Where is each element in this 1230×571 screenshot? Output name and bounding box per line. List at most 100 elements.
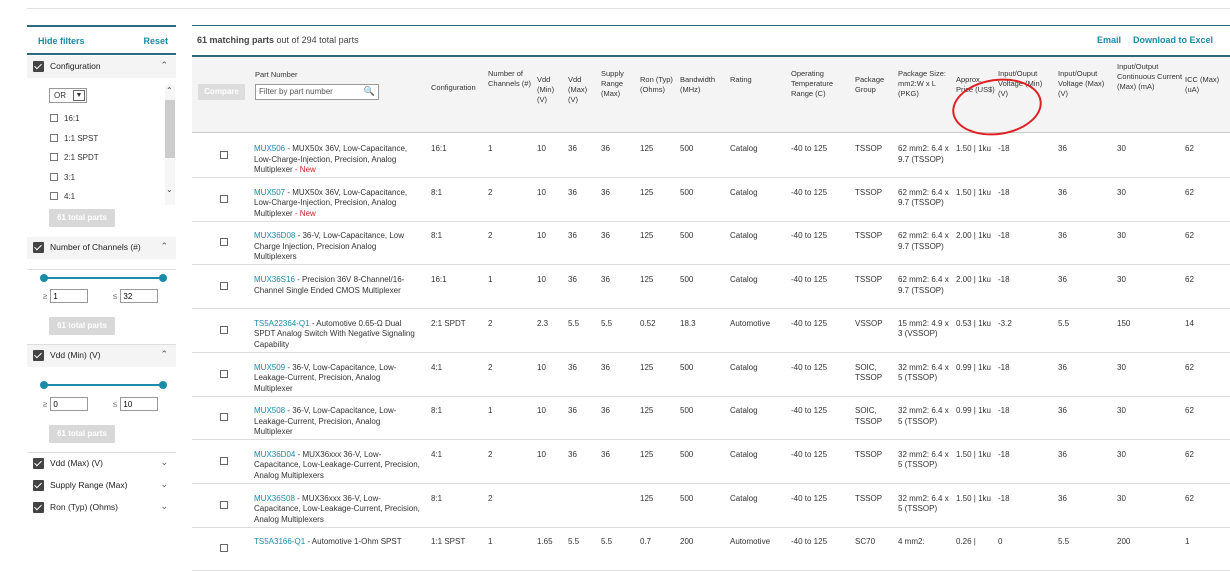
supply-range-filter[interactable]: Supply Range (Max) ⌄: [27, 475, 176, 497]
column-header[interactable]: Input/Output Continuous Current (Max) (m…: [1117, 62, 1183, 92]
row-checkbox[interactable]: [220, 369, 228, 378]
download-excel-link[interactable]: Download to Excel: [1133, 35, 1213, 45]
option-checkbox[interactable]: [50, 173, 58, 181]
scrollbar-thumb[interactable]: [165, 100, 175, 158]
chevron-down-icon[interactable]: ⌄: [160, 457, 168, 468]
column-header[interactable]: Package Size: mm2:W x L (PKG): [898, 69, 950, 99]
column-header[interactable]: Supply Range (Max): [601, 69, 637, 99]
chevron-up-icon[interactable]: ⌃: [160, 241, 168, 252]
row-checkbox[interactable]: [220, 500, 228, 509]
supply-range-checkbox[interactable]: [33, 480, 44, 491]
column-header[interactable]: ICC (Max) (uA): [1185, 75, 1225, 95]
column-header[interactable]: Number of Channels (#): [488, 69, 533, 89]
vdd-min-min-input[interactable]: [50, 397, 89, 411]
vdd-min-header[interactable]: Vdd (Min) (V) ⌃: [27, 345, 176, 367]
vdd-max-filter[interactable]: Vdd (Max) (V) ⌄: [27, 453, 176, 475]
option-4-1[interactable]: 4:1: [50, 192, 75, 201]
channels-apply-button[interactable]: 61 total parts: [49, 317, 115, 335]
scroll-down-icon[interactable]: ⌄: [166, 185, 173, 194]
option-checkbox[interactable]: [50, 153, 58, 161]
cell-iomin: -18: [998, 187, 1010, 197]
part-number-link[interactable]: MUX507: [254, 188, 285, 197]
slider-max-handle[interactable]: [159, 381, 167, 389]
ron-checkbox[interactable]: [33, 502, 44, 513]
cell-icc: 1: [1185, 537, 1190, 547]
channels-header[interactable]: Number of Channels (#) ⌃: [27, 237, 176, 259]
column-header[interactable]: Operating Temperature Range (C): [791, 69, 849, 99]
row-checkbox[interactable]: [220, 456, 228, 465]
vdd-min-apply-button[interactable]: 61 total parts: [49, 425, 115, 443]
search-icon[interactable]: 🔍: [364, 86, 375, 97]
option-checkbox[interactable]: [50, 114, 58, 122]
part-number-link[interactable]: TS5A3166-Q1: [254, 537, 305, 546]
cell-sr: 36: [601, 187, 610, 197]
slider-max-handle[interactable]: [159, 274, 167, 282]
chevron-up-icon[interactable]: ⌃: [160, 60, 168, 71]
vdd-max-checkbox[interactable]: [33, 458, 44, 469]
cell-cur: 30: [1117, 449, 1126, 459]
cell-rating: Catalog: [730, 362, 758, 372]
slider-min-handle[interactable]: [40, 381, 48, 389]
vdd-min-checkbox[interactable]: [33, 350, 44, 361]
row-checkbox[interactable]: [220, 194, 228, 203]
options-scrollbar[interactable]: ⌃ ⌄: [165, 85, 175, 205]
cell-pkg: TSSOP: [855, 187, 883, 197]
part-number-header[interactable]: Part Number: [255, 70, 298, 79]
slider-min-handle[interactable]: [40, 274, 48, 282]
channels-max-input[interactable]: [120, 289, 159, 303]
cell-rating: Automotive: [730, 537, 771, 547]
column-header[interactable]: Configuration: [431, 83, 486, 93]
ron-filter[interactable]: Ron (Typ) (Ohms) ⌄: [27, 497, 176, 519]
channels-slider[interactable]: [40, 274, 167, 282]
row-checkbox[interactable]: [220, 151, 228, 159]
option-16-1[interactable]: 16:1: [50, 114, 80, 123]
part-number-link[interactable]: MUX36D08: [254, 231, 295, 240]
cell-cur: 30: [1117, 275, 1126, 285]
part-number-link[interactable]: MUX36S08: [254, 494, 295, 503]
gte-symbol: ≥: [43, 291, 48, 301]
column-header[interactable]: Bandwidth (MHz): [680, 75, 725, 95]
part-number-link[interactable]: MUX508: [254, 406, 285, 415]
column-header[interactable]: Package Group: [855, 75, 895, 95]
option-3-1[interactable]: 3:1: [50, 173, 75, 182]
column-header[interactable]: Ron (Typ) (Ohms): [640, 75, 678, 95]
part-number-link[interactable]: MUX36S16: [254, 275, 295, 284]
compare-button[interactable]: Compare: [198, 84, 245, 100]
row-checkbox[interactable]: [220, 544, 228, 553]
column-header[interactable]: Vdd (Min) (V): [537, 75, 565, 105]
vdd-min-slider[interactable]: [40, 381, 167, 389]
column-header[interactable]: Rating: [730, 75, 788, 85]
email-link[interactable]: Email: [1097, 35, 1121, 45]
cell-vmin: 10: [537, 449, 546, 459]
channels-checkbox[interactable]: [33, 242, 44, 253]
part-number-link[interactable]: TS5A22364-Q1: [254, 319, 310, 328]
reset-link[interactable]: Reset: [143, 36, 168, 46]
part-number-link[interactable]: MUX509: [254, 363, 285, 372]
configuration-checkbox[interactable]: [33, 61, 44, 72]
row-checkbox[interactable]: [220, 325, 228, 334]
hide-filters-link[interactable]: Hide filters: [38, 36, 85, 46]
option-2-1-spdt[interactable]: 2:1 SPDT: [50, 153, 99, 162]
option-1-1-spst[interactable]: 1:1 SPST: [50, 134, 98, 143]
row-checkbox[interactable]: [220, 282, 228, 291]
chevron-down-icon[interactable]: ⌄: [160, 501, 168, 512]
configuration-header[interactable]: Configuration ⌃: [27, 56, 176, 78]
channels-min-input[interactable]: [50, 289, 89, 303]
vdd-min-max-input[interactable]: [120, 397, 159, 411]
column-header[interactable]: Input/Ouput Voltage (Max) (V): [1058, 69, 1114, 99]
configuration-apply-button[interactable]: 61 total parts: [49, 209, 115, 227]
part-number-link[interactable]: MUX36D04: [254, 450, 295, 459]
chevron-down-icon[interactable]: ▼: [73, 90, 85, 101]
row-checkbox[interactable]: [220, 413, 228, 422]
row-checkbox[interactable]: [220, 238, 228, 247]
option-checkbox[interactable]: [50, 192, 58, 200]
scroll-up-icon[interactable]: ⌃: [166, 86, 173, 95]
part-number-link[interactable]: MUX506: [254, 144, 285, 153]
column-header[interactable]: Vdd (Max) (V): [568, 75, 598, 105]
chevron-down-icon[interactable]: ⌄: [160, 479, 168, 490]
option-checkbox[interactable]: [50, 134, 58, 142]
cell-pkg: SC70: [855, 537, 876, 547]
chevron-up-icon[interactable]: ⌃: [160, 349, 168, 360]
logic-select[interactable]: OR ▼: [49, 88, 87, 103]
part-number-filter[interactable]: Filter by part number 🔍: [255, 84, 379, 100]
